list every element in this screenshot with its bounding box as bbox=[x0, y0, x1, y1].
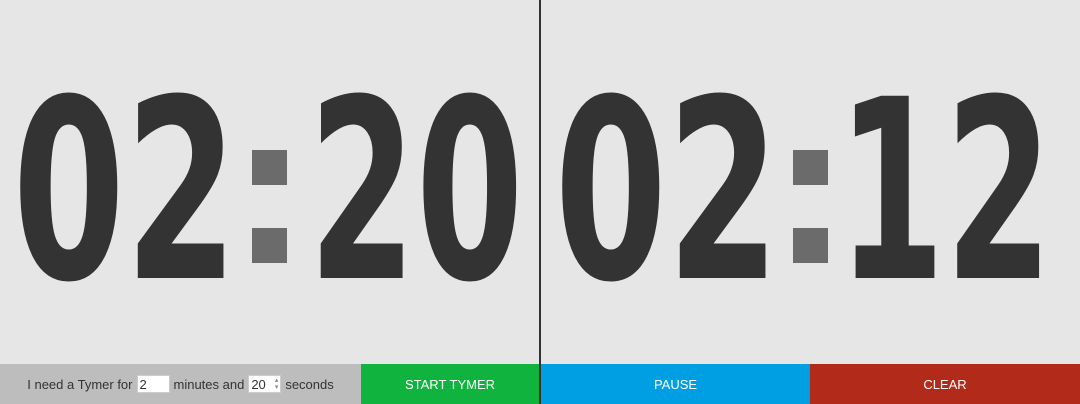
number-spinner-icon[interactable]: ▴ ▾ bbox=[275, 377, 279, 391]
clear-button[interactable]: CLEAR bbox=[810, 364, 1080, 404]
timer-panel-right: 02 12 bbox=[541, 0, 1080, 364]
control-bar: I need a Tymer for minutes and ▴▾ second… bbox=[0, 364, 1080, 404]
duration-form: I need a Tymer for minutes and ▴▾ second… bbox=[0, 364, 361, 404]
colon-top-dot bbox=[793, 150, 828, 185]
colon-top-dot bbox=[252, 150, 287, 185]
colon-bottom-dot bbox=[793, 228, 828, 263]
timer-display-right: 02 12 bbox=[541, 0, 1080, 364]
duration-prefix-label: I need a Tymer for bbox=[27, 376, 133, 392]
seconds-label: seconds bbox=[285, 376, 334, 392]
minutes-label: minutes and bbox=[173, 376, 245, 392]
minutes-display: 02 bbox=[13, 46, 238, 337]
start-tymer-button[interactable]: START TYMER bbox=[361, 364, 539, 404]
timer-panel-left: 02 20 bbox=[0, 0, 539, 364]
minutes-display: 02 bbox=[555, 46, 780, 337]
minutes-input[interactable] bbox=[136, 375, 170, 393]
seconds-display: 20 bbox=[309, 46, 524, 337]
colon-bottom-dot bbox=[252, 228, 287, 263]
pause-button[interactable]: PAUSE bbox=[541, 364, 810, 404]
seconds-display: 12 bbox=[838, 46, 1053, 337]
seconds-field: ▴▾ bbox=[248, 375, 282, 393]
timer-display-left: 02 20 bbox=[0, 0, 539, 364]
tymer-app: 02 20 02 12 I need a Tymer for minutes a… bbox=[0, 0, 1080, 404]
